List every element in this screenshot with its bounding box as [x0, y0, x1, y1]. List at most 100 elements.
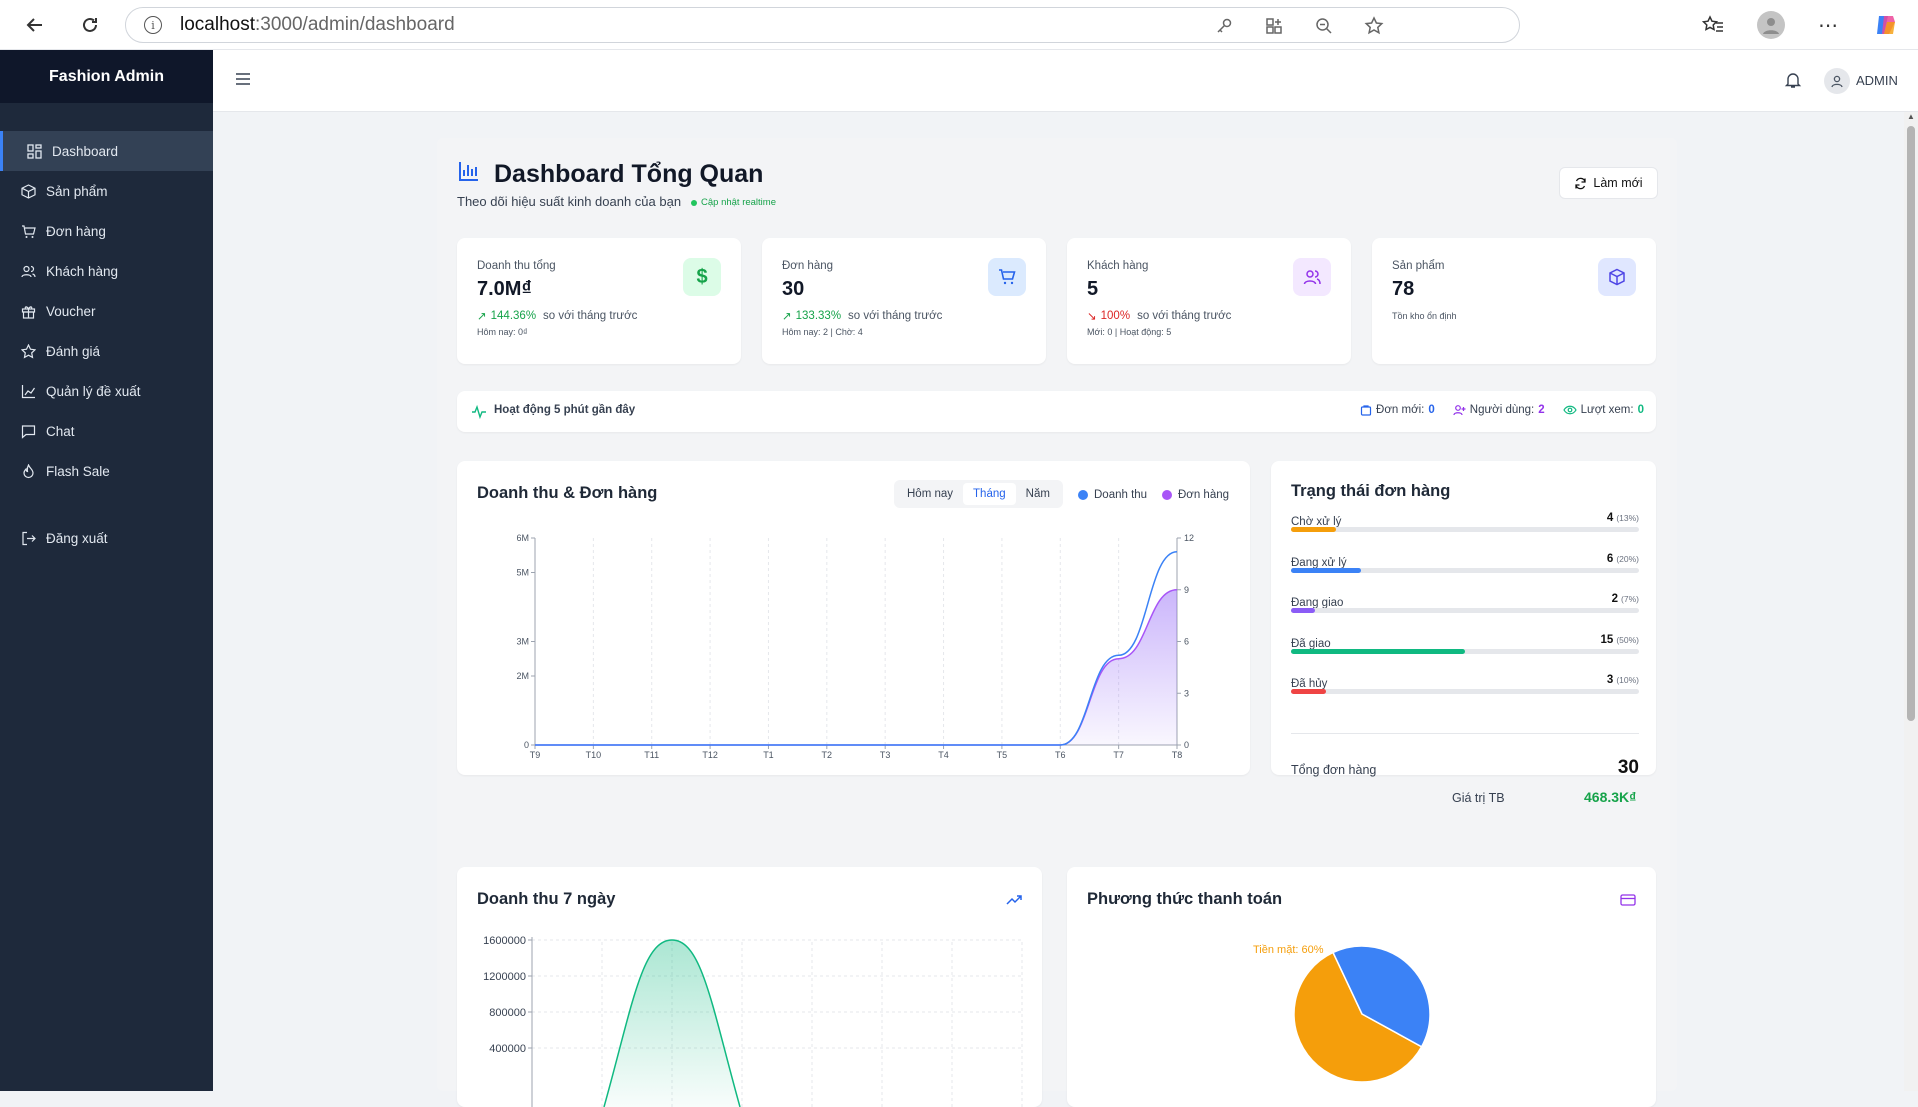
cart-icon: [20, 223, 36, 239]
status-progress-track: [1291, 567, 1639, 573]
y-tick-label: 2M: [516, 671, 529, 681]
back-arrow-icon[interactable]: [22, 12, 48, 38]
more-options-icon[interactable]: ⋯: [1815, 12, 1841, 38]
stat-change-value: 100%: [1100, 310, 1131, 322]
sidebar-item-products[interactable]: Sản phẩm: [0, 171, 213, 211]
stat-value: 7.0M₫: [477, 278, 532, 300]
stat-value: 30: [782, 278, 805, 300]
logout-button[interactable]: Đăng xuất: [0, 518, 213, 558]
orders-area: [535, 589, 1177, 745]
favorites-icon[interactable]: [1700, 12, 1726, 38]
key-icon[interactable]: [1214, 16, 1234, 36]
activity-bar: Hoạt động 5 phút gần đây Đơn mới: 0 Ngườ…: [457, 391, 1656, 432]
x-tick-label: T6: [1055, 750, 1066, 760]
status-count: 2 (7%): [1611, 593, 1639, 605]
y-tick-label: 6M: [516, 533, 529, 543]
total-orders-value: 30: [1617, 757, 1639, 778]
sidebar-item-chat[interactable]: Chat: [0, 411, 213, 451]
trend-up-icon: ↗: [477, 311, 487, 323]
status-count: 3 (10%): [1606, 674, 1639, 686]
stat-label: Đơn hàng: [782, 260, 834, 272]
y-tick-label: 12: [1184, 533, 1194, 543]
order-status-row: Đang giao 2 (7%): [1291, 593, 1639, 613]
total-orders-label: Tổng đơn hàng: [1291, 763, 1377, 777]
x-tick-label: T7: [1113, 750, 1124, 760]
avg-value: 468.3K₫: [1584, 789, 1637, 805]
sidebar-item-recommendations[interactable]: Quản lý đề xuất: [0, 371, 213, 411]
divider: [1291, 733, 1639, 734]
views-metric: Lượt xem: 0: [1562, 404, 1644, 416]
x-tick-label: T8: [1172, 750, 1183, 760]
user-avatar-icon[interactable]: [1824, 68, 1850, 94]
activity-metrics: Đơn mới: 0 Người dùng: 2 Lượt xem: 0: [1360, 404, 1644, 416]
status-progress-fill: [1291, 608, 1316, 613]
order-status-row: Đã giao 15 (50%): [1291, 633, 1639, 654]
y-tick-label: 6: [1184, 637, 1189, 647]
y-tick-label: 5M: [516, 568, 529, 578]
zoom-out-icon[interactable]: [1314, 16, 1334, 36]
stat-card-orders: Đơn hàng 30 ↗ 133.33% so với tháng trước…: [762, 238, 1046, 364]
realtime-dot-icon: [691, 199, 697, 206]
sidebar-item-dashboard[interactable]: Dashboard: [0, 131, 213, 171]
stat-value: 5: [1087, 278, 1099, 300]
stat-change: ↗ 144.36% so với tháng trước: [477, 309, 637, 323]
sidebar-item-voucher[interactable]: Voucher: [0, 291, 213, 331]
y-tick-label: 800000: [489, 1007, 526, 1019]
logout-label: Đăng xuất: [46, 530, 108, 546]
order-status-card: Trạng thái đơn hàng Chờ xử lý 4 (13%) Đang …: [1271, 461, 1656, 778]
star-bookmark-icon[interactable]: [1364, 16, 1384, 36]
payment-pie-chart: [1293, 945, 1431, 1083]
y-tick-label: 1600000: [483, 935, 526, 947]
status-progress-track: [1291, 527, 1639, 532]
payment-method-card: Phương thức thanh toán Tiền mặt: 60%: [1067, 867, 1656, 1107]
scrollbar-thumb[interactable]: [1907, 126, 1915, 721]
y-tick-label: 400000: [489, 1043, 526, 1055]
y-tick-label: 3M: [516, 637, 529, 647]
bag-icon: [1360, 405, 1372, 416]
sidebar-item-reviews[interactable]: Đánh giá: [0, 331, 213, 371]
bell-icon[interactable]: [1784, 71, 1802, 94]
new-orders-label: Đơn mới:: [1376, 404, 1425, 416]
site-info-icon[interactable]: i: [144, 16, 162, 34]
order-status-row: Đã hủy 3 (10%): [1291, 674, 1639, 694]
page-subtitle: Theo dõi hiệu suất kinh doanh của bạn: [457, 194, 682, 209]
sidebar-item-label: Quản lý đề xuất: [46, 383, 141, 399]
status-count: 4 (13%): [1606, 512, 1639, 524]
realtime-badge: Cập nhật realtime: [691, 197, 776, 208]
status-percent: (20%): [1616, 553, 1639, 564]
sidebar-item-flash-sale[interactable]: Flash Sale: [0, 451, 213, 491]
sidebar-item-orders[interactable]: Đơn hàng: [0, 211, 213, 251]
page-title: Dashboard Tổng Quan: [494, 160, 764, 188]
stat-card-revenue: Doanh thu tổng 7.0M₫ ↗ 144.36% so với th…: [457, 238, 741, 364]
sidebar-item-customers[interactable]: Khách hàng: [0, 251, 213, 291]
new-orders-metric: Đơn mới: 0: [1360, 404, 1435, 416]
url-host: localhost: [180, 14, 255, 35]
stat-change-text: so với tháng trước: [1137, 310, 1232, 322]
x-tick-label: T11: [644, 750, 659, 760]
activity-icon: [472, 404, 486, 420]
users-icon: [20, 263, 36, 279]
copilot-icon[interactable]: [1873, 12, 1899, 38]
status-count: 15 (50%): [1600, 633, 1639, 646]
profile-avatar-icon[interactable]: [1757, 11, 1785, 39]
reload-icon[interactable]: [77, 12, 103, 38]
status-percent: (50%): [1616, 634, 1639, 645]
address-bar[interactable]: i localhost:3000/admin/dashboard: [125, 7, 1520, 43]
stat-change: ↘ 100% so với tháng trước: [1087, 309, 1231, 323]
order-status-row: Đang xử lý 6 (20%): [1291, 553, 1639, 573]
views-label: Lượt xem:: [1580, 404, 1634, 416]
user-name[interactable]: ADMIN: [1856, 73, 1898, 88]
sidebar-item-label: Dashboard: [52, 143, 119, 159]
scroll-up-icon[interactable]: ▲: [1907, 112, 1915, 121]
stat-change-value: 144.36%: [490, 310, 537, 322]
refresh-button[interactable]: Làm mới: [1559, 167, 1658, 199]
users-metric: Người dùng: 2: [1453, 404, 1545, 416]
sidebar-nav: Dashboard Sản phẩm Đơn hàng Khách hàng V…: [0, 131, 213, 558]
stat-change-text: so với tháng trước: [848, 310, 943, 322]
menu-toggle-icon[interactable]: [235, 72, 251, 91]
x-tick-label: T3: [880, 750, 891, 760]
page-scrollbar[interactable]: ▲: [1904, 112, 1918, 1091]
stat-change-text: so với tháng trước: [543, 310, 638, 322]
apps-icon[interactable]: [1264, 16, 1284, 36]
stat-note: Hôm nay: 2 | Chờ: 4: [782, 327, 863, 337]
